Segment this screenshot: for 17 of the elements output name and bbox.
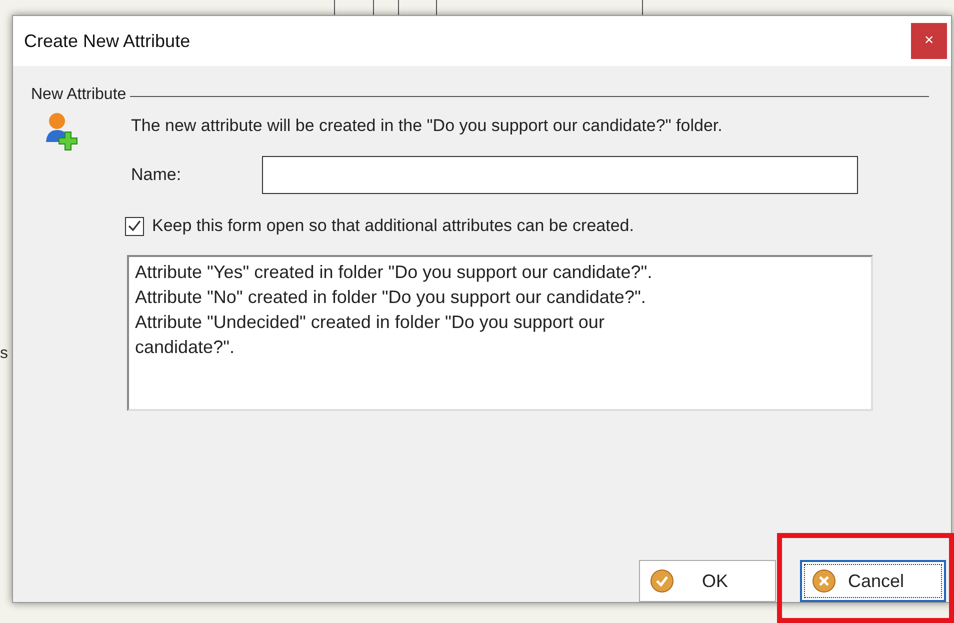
cancel-icon	[812, 569, 836, 593]
name-input[interactable]	[262, 156, 858, 194]
keep-open-checkbox[interactable]	[125, 216, 144, 236]
window-title: Create New Attribute	[24, 30, 190, 52]
group-label: New Attribute	[31, 86, 126, 104]
log-line: Attribute "No" created in folder "Do you support our candidate?".	[135, 286, 647, 309]
name-label: Name:	[131, 165, 182, 185]
cancel-button[interactable]: Cancel	[800, 560, 946, 602]
close-button[interactable]: ×	[911, 23, 947, 59]
background-text: s	[0, 345, 8, 363]
log-line: Attribute "Undecided" created in folder "Do you support our	[135, 311, 606, 334]
log-line: candidate?".	[135, 336, 236, 359]
log-line: Attribute "Yes" created in folder "Do you support our candidate?".	[135, 261, 654, 284]
check-icon	[650, 569, 674, 593]
checkbox-label[interactable]: Keep this form open so that additional attributes can be created.	[152, 216, 634, 236]
info-message: The new attribute will be created in the "Do you support our candidate?" folder.	[131, 116, 724, 136]
ok-button[interactable]: OK	[639, 560, 776, 602]
